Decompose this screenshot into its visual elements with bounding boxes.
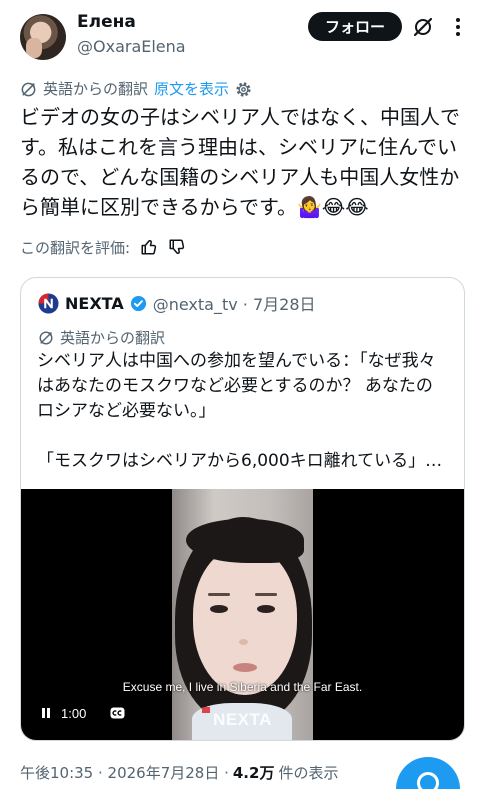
video-person-brow (208, 593, 230, 596)
video-person-brow (255, 593, 277, 596)
author-name[interactable]: Елена (77, 11, 136, 33)
quoted-line: ロシアなど必要ない。」 (37, 401, 216, 421)
quoted-author-name[interactable]: NEXTA (65, 294, 124, 313)
post-line: るので、どんな国籍のシベリア人も中国人女性か (20, 165, 460, 189)
rate-translation-row: この翻訳を評価: (20, 237, 186, 257)
post-text: ビデオの女の子はシベリア人ではなく、中国人で す。私はこれを言う理由は、シベリア… (20, 102, 460, 222)
translate-icon (21, 82, 36, 96)
video-subtitle: Excuse me, I live in Siberia and the Far… (122, 680, 363, 694)
quoted-line: シベリア人は中国への参加を望んでいる：「なぜ我々 (37, 351, 436, 371)
video-person-nose (239, 639, 248, 645)
post-timestamp[interactable]: 午後10:35 · 2026年7月28日 · (20, 762, 229, 783)
quoted-line: はあなたのモスクワなど必要とするのか？ あなたの (37, 376, 433, 396)
video-person-eye (257, 605, 275, 613)
view-count: 4.2万 (232, 763, 275, 782)
quoted-translation-row: 英語からの翻訳 (38, 329, 165, 347)
view-count-label: 件の表示 (278, 763, 339, 782)
video-controls: 1:00 (41, 704, 125, 722)
quoted-post-header: NEXTA @nexta_tv · 7月28日 (38, 292, 316, 314)
post-line: す。私はこれを言う理由は、シベリアに住んでい (20, 135, 457, 159)
gear-icon[interactable] (235, 81, 252, 98)
video-frame (172, 489, 313, 740)
grok-fab-icon (417, 772, 439, 789)
quoted-handle-date: @nexta_tv · 7月28日 (152, 295, 316, 314)
post-line: ら簡単に区別できるからです。🤷‍♀️😂😂 (20, 195, 369, 219)
video-duration: 1:00 (61, 705, 87, 721)
nexta-logo[interactable] (38, 292, 59, 314)
grok-icon-glyph (413, 17, 433, 37)
show-original-link[interactable]: 原文を表示 (154, 80, 229, 98)
translate-icon (39, 331, 53, 345)
post-meta-row: 午後10:35 · 2026年7月28日 · 4.2万 件の表示 (20, 762, 338, 782)
video-person-eye (210, 605, 228, 613)
avatar-hand (26, 38, 42, 58)
more-vertical-icon[interactable] (448, 15, 468, 39)
quoted-translation-label: 英語からの翻訳 (60, 329, 166, 347)
grok-icon[interactable] (411, 15, 435, 39)
pause-icon[interactable] (41, 707, 51, 719)
quoted-post-text: シベリア人は中国への参加を望んでいる：「なぜ我々 はあなたのモスクワなど必要とす… (37, 349, 442, 474)
translation-source-label: 英語からの翻訳 (43, 80, 149, 98)
follow-button[interactable]: フォロー (308, 12, 402, 41)
author-avatar[interactable] (20, 14, 66, 60)
video-person-face (193, 547, 297, 695)
more-dots-glyph (456, 18, 460, 36)
author-handle[interactable]: @OxaraElena (77, 37, 186, 57)
cc-icon[interactable] (110, 707, 125, 719)
quoted-post-card[interactable]: NEXTA @nexta_tv · 7月28日 英語からの翻訳 シベリア人は中国… (20, 277, 465, 741)
quoted-line (37, 424, 442, 449)
grok-fab-button[interactable] (396, 757, 460, 789)
post-line: ビデオの女の子はシベリア人ではなく、中国人で (20, 105, 460, 129)
verified-badge-icon (130, 295, 146, 311)
quoted-line: 「モスクワはシベリアから6,000キロ離れている」… (37, 451, 443, 471)
video-player[interactable]: Excuse me, I live in Siberia and the Far… (21, 489, 464, 740)
video-person-fringe (186, 519, 304, 563)
rate-translation-label: この翻訳を評価: (20, 238, 131, 257)
thumbs-up-icon[interactable] (140, 238, 158, 256)
translation-row: 英語からの翻訳 原文を表示 (20, 80, 252, 98)
video-person-lips (233, 663, 257, 672)
thumbs-down-icon[interactable] (168, 238, 186, 256)
